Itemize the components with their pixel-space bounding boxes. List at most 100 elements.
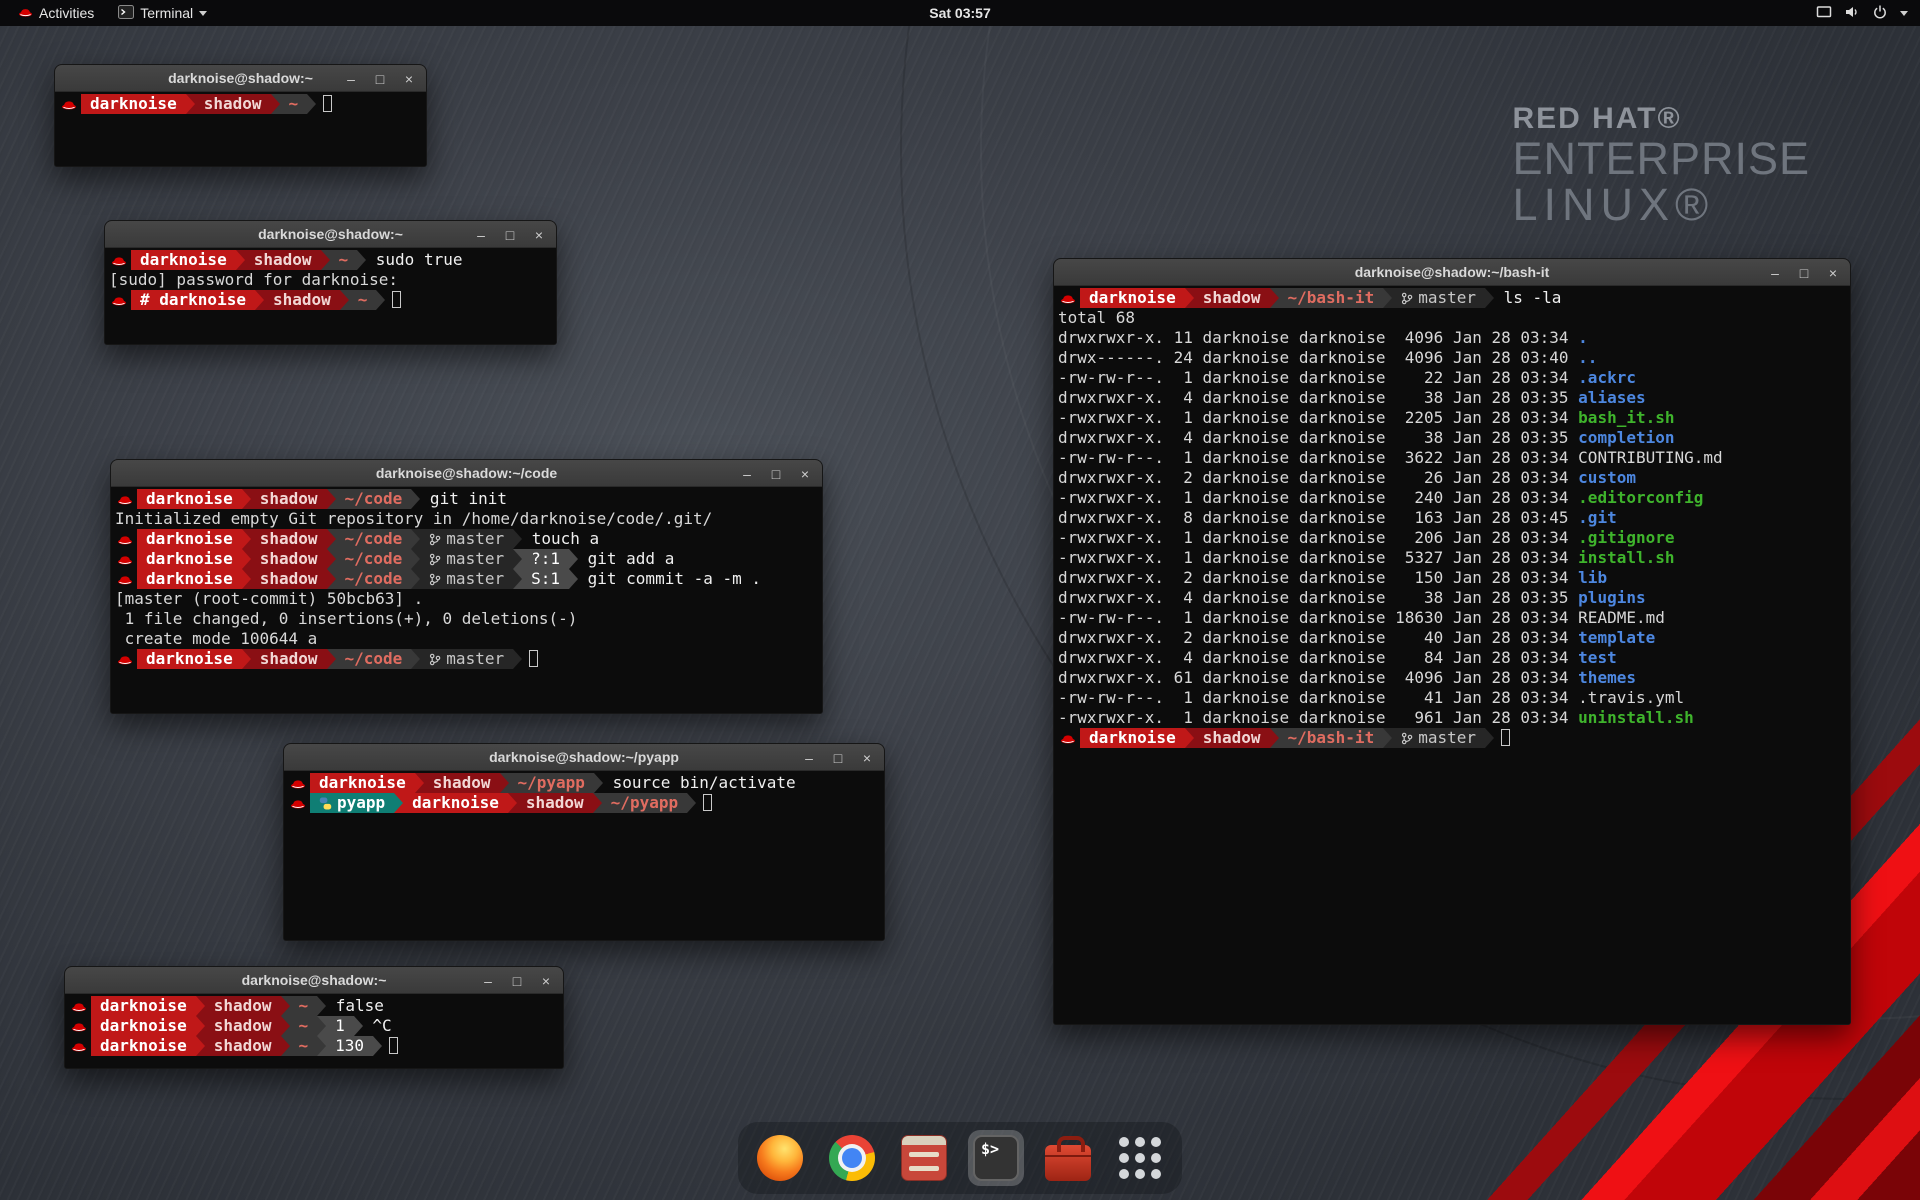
powerline-separator-icon xyxy=(242,649,251,669)
maximize-button[interactable]: □ xyxy=(769,467,783,481)
powerline-separator-icon xyxy=(196,996,205,1016)
output-line: drwxrwxr-x. 2 darknoise darknoise 26 Jan… xyxy=(1058,468,1846,488)
window-titlebar[interactable]: darknoise@shadow:~/pyapp–□× xyxy=(284,744,884,771)
output-line: drwxrwxr-x. 4 darknoise darknoise 38 Jan… xyxy=(1058,388,1846,408)
prompt-segment-path: ~/code xyxy=(336,529,412,549)
terminal-content[interactable]: darknoiseshadow~ falsedarknoiseshadow~1 … xyxy=(65,994,563,1068)
powerline-separator-icon xyxy=(513,529,522,549)
clock-label: Sat 03:57 xyxy=(929,5,990,21)
window-titlebar[interactable]: darknoise@shadow:~–□× xyxy=(55,65,426,92)
prompt-segment-gitstat: ?:1 xyxy=(522,549,569,569)
prompt-segment-host: shadow xyxy=(251,489,327,509)
terminal-1-window[interactable]: darknoise@shadow:~–□×darknoiseshadow~ xyxy=(54,64,427,167)
prompt-line: darknoiseshadow~/codemasterS:1 git commi… xyxy=(115,569,818,589)
powerline-separator-icon xyxy=(317,1016,326,1036)
prompt-segment-path: ~ xyxy=(330,250,358,270)
redhat-prompt-icon xyxy=(117,649,133,668)
terminal-content[interactable]: darknoiseshadow~/bash-itmaster ls -latot… xyxy=(1054,286,1850,1024)
maximize-button[interactable]: □ xyxy=(373,72,387,86)
prompt-segment-path: ~/code xyxy=(336,649,412,669)
minimize-button[interactable]: – xyxy=(802,751,816,765)
terminal-content[interactable]: darknoiseshadow~ sudo true[sudo] passwor… xyxy=(105,248,556,344)
volume-icon xyxy=(1844,4,1860,23)
output-line: drwx------. 24 darknoise darknoise 4096 … xyxy=(1058,348,1846,368)
output-line: total 68 xyxy=(1058,308,1846,328)
branch-icon xyxy=(429,649,441,668)
powerline-separator-icon xyxy=(242,489,251,509)
prompt-segment-user: darknoise xyxy=(137,569,242,589)
minimize-button[interactable]: – xyxy=(474,228,488,242)
maximize-button[interactable]: □ xyxy=(831,751,845,765)
output-line: -rwxrwxr-x. 1 darknoise darknoise 2205 J… xyxy=(1058,408,1846,428)
maximize-button[interactable]: □ xyxy=(1797,266,1811,280)
prompt-segment-host: shadow xyxy=(264,290,340,310)
file-name: .gitignore xyxy=(1578,528,1674,547)
terminal-4-window[interactable]: darknoise@shadow:~/pyapp–□×darknoiseshad… xyxy=(283,743,885,941)
maximize-button[interactable]: □ xyxy=(503,228,517,242)
minimize-button[interactable]: – xyxy=(344,72,358,86)
prompt-segment-path: ~ xyxy=(349,290,377,310)
software-icon xyxy=(1045,1145,1091,1181)
prompt-segment-path: ~/bash-it xyxy=(1279,288,1384,308)
powerline-separator-icon xyxy=(317,1036,326,1056)
close-button[interactable]: × xyxy=(539,974,553,988)
close-button[interactable]: × xyxy=(532,228,546,242)
prompt-line: darknoiseshadow~/codemaster touch a xyxy=(115,529,818,549)
maximize-button[interactable]: □ xyxy=(510,974,524,988)
minimize-button[interactable]: – xyxy=(740,467,754,481)
close-button[interactable]: × xyxy=(798,467,812,481)
terminal-content[interactable]: darknoiseshadow~/code git initInitialize… xyxy=(111,487,822,713)
dock-item-firefox[interactable] xyxy=(752,1130,808,1186)
prompt-segment-user: darknoise xyxy=(137,529,242,549)
window-titlebar[interactable]: darknoise@shadow:~–□× xyxy=(65,967,563,994)
terminal-6-window[interactable]: darknoise@shadow:~/bash-it–□×darknoisesh… xyxy=(1053,258,1851,1025)
minimize-button[interactable]: – xyxy=(1768,266,1782,280)
command-text: git init xyxy=(420,489,507,508)
clock[interactable]: Sat 03:57 xyxy=(929,5,990,21)
close-button[interactable]: × xyxy=(1826,266,1840,280)
dock-item-terminal[interactable]: $> xyxy=(968,1130,1024,1186)
close-button[interactable]: × xyxy=(402,72,416,86)
minimize-button[interactable]: – xyxy=(481,974,495,988)
chevron-down-icon xyxy=(199,11,207,16)
file-name: CONTRIBUTING.md xyxy=(1578,448,1723,467)
focused-app-menu[interactable]: Terminal xyxy=(106,0,219,26)
dock-item-software[interactable] xyxy=(1040,1130,1096,1186)
powerline-separator-icon xyxy=(593,793,602,813)
powerline-separator-icon xyxy=(236,250,245,270)
powerline-separator-icon xyxy=(508,793,517,813)
window-titlebar[interactable]: darknoise@shadow:~/bash-it–□× xyxy=(1054,259,1850,286)
window-titlebar[interactable]: darknoise@shadow:~–□× xyxy=(105,221,556,248)
terminal-3-window[interactable]: darknoise@shadow:~/code–□×darknoiseshado… xyxy=(110,459,823,714)
output-line: -rw-rw-r--. 1 darknoise darknoise 41 Jan… xyxy=(1058,688,1846,708)
prompt-segment-user: darknoise xyxy=(403,793,508,813)
close-button[interactable]: × xyxy=(860,751,874,765)
window-titlebar[interactable]: darknoise@shadow:~/code–□× xyxy=(111,460,822,487)
prompt-line: darknoiseshadow~/code git init xyxy=(115,489,818,509)
branch-icon xyxy=(1401,288,1413,307)
terminal-2-window[interactable]: darknoise@shadow:~–□×darknoiseshadow~ su… xyxy=(104,220,557,345)
powerline-separator-icon xyxy=(411,649,420,669)
prompt-segment-gitstat: S:1 xyxy=(522,569,569,589)
powerline-separator-icon xyxy=(281,996,290,1016)
display-icon xyxy=(1816,4,1832,23)
prompt-segment-host: shadow xyxy=(424,773,500,793)
powerline-separator-icon xyxy=(196,1036,205,1056)
prompt-segment-user: darknoise xyxy=(137,649,242,669)
redhat-prompt-icon xyxy=(117,569,133,588)
powerline-separator-icon xyxy=(513,649,522,669)
dock-item-files[interactable] xyxy=(896,1130,952,1186)
terminal-content[interactable]: darknoiseshadow~ xyxy=(55,92,426,166)
activities-button[interactable]: Activities xyxy=(6,0,106,26)
powerline-separator-icon xyxy=(281,1016,290,1036)
dock-item-chrome[interactable] xyxy=(824,1130,880,1186)
redhat-prompt-icon xyxy=(71,1036,87,1055)
terminal-content[interactable]: darknoiseshadow~/pyapp source bin/activa… xyxy=(284,771,884,940)
terminal-5-window[interactable]: darknoise@shadow:~–□×darknoiseshadow~ fa… xyxy=(64,966,564,1069)
prompt-segment-host: shadow xyxy=(251,549,327,569)
power-icon xyxy=(1872,4,1888,23)
output-line: -rw-rw-r--. 1 darknoise darknoise 22 Jan… xyxy=(1058,368,1846,388)
dock-item-appgrid[interactable] xyxy=(1112,1130,1168,1186)
system-status-area[interactable] xyxy=(1816,4,1920,23)
output-line: drwxrwxr-x. 8 darknoise darknoise 163 Ja… xyxy=(1058,508,1846,528)
